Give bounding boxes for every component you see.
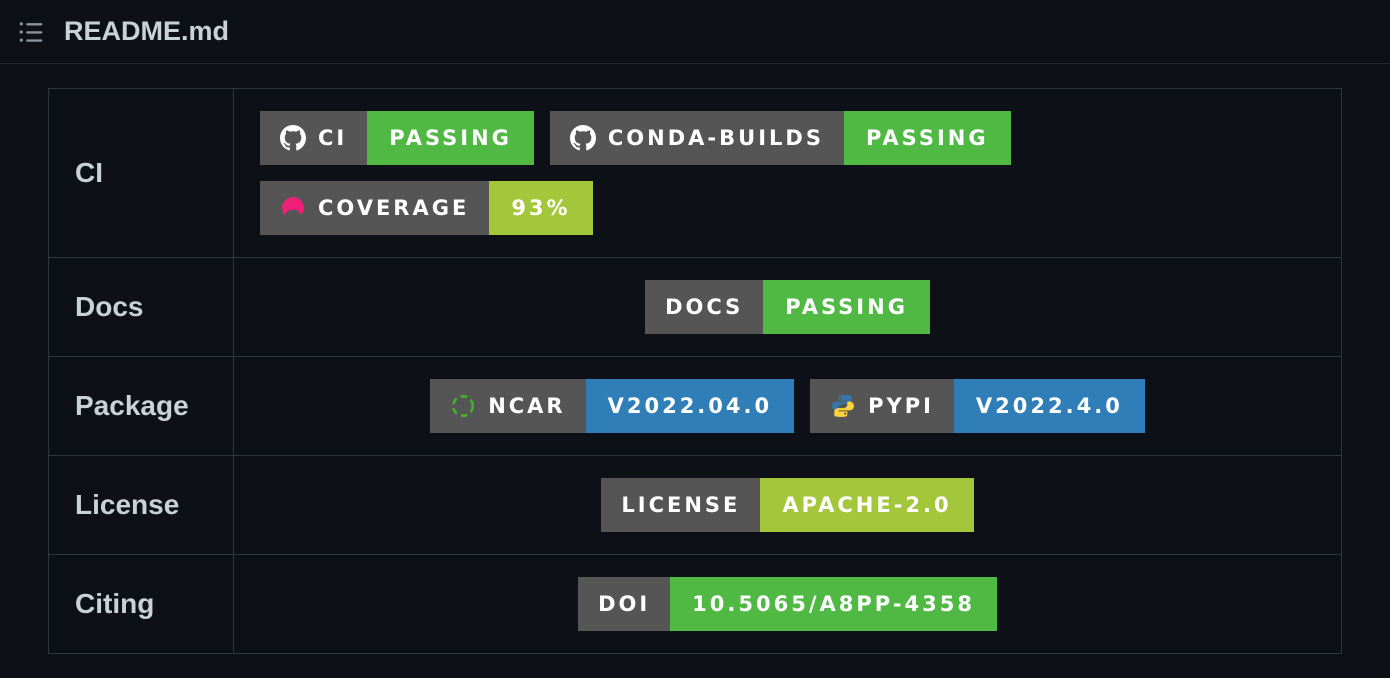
row-label-ci: CI [49, 89, 234, 258]
file-header: README.md [0, 0, 1390, 64]
badge-label: DOCS [665, 295, 743, 319]
badge-pypi[interactable]: PYPI V2022.4.0 [810, 379, 1145, 433]
badge-ci[interactable]: CI PASSING [260, 111, 534, 165]
badge-label: LICENSE [621, 493, 740, 517]
badges-table: CI CI PASSING [48, 88, 1342, 654]
table-row-package: Package NCAR V2022.04.0 [49, 357, 1342, 456]
table-row-docs: Docs DOCS PASSING [49, 258, 1342, 357]
toc-icon[interactable] [18, 19, 44, 45]
github-icon [570, 125, 596, 151]
file-name[interactable]: README.md [64, 16, 229, 47]
badge-conda-builds[interactable]: CONDA-BUILDS PASSING [550, 111, 1011, 165]
row-label-docs: Docs [49, 258, 234, 357]
row-label-package: Package [49, 357, 234, 456]
badge-doi[interactable]: DOI 10.5065/A8PP-4358 [578, 577, 997, 631]
conda-icon [450, 393, 476, 419]
row-label-license: License [49, 456, 234, 555]
badge-label: NCAR [488, 394, 565, 418]
badge-value: V2022.4.0 [954, 379, 1145, 433]
badge-label: CI [318, 126, 347, 150]
badge-value: V2022.04.0 [586, 379, 795, 433]
codecov-icon [280, 195, 306, 221]
badge-docs[interactable]: DOCS PASSING [645, 280, 930, 334]
badge-label: COVERAGE [318, 196, 469, 220]
row-label-citing: Citing [49, 555, 234, 654]
python-icon [830, 393, 856, 419]
badge-value: PASSING [844, 111, 1011, 165]
badge-value: 93% [489, 181, 592, 235]
badge-coverage[interactable]: COVERAGE 93% [260, 181, 593, 235]
table-row-ci: CI CI PASSING [49, 89, 1342, 258]
github-icon [280, 125, 306, 151]
badge-value: APACHE-2.0 [760, 478, 973, 532]
badge-value: PASSING [763, 280, 930, 334]
badge-conda[interactable]: NCAR V2022.04.0 [430, 379, 794, 433]
badge-label: DOI [598, 592, 650, 616]
badge-license[interactable]: LICENSE APACHE-2.0 [601, 478, 973, 532]
badge-value: 10.5065/A8PP-4358 [670, 577, 997, 631]
badge-label: CONDA-BUILDS [608, 126, 824, 150]
badge-label: PYPI [868, 394, 934, 418]
table-row-citing: Citing DOI 10.5065/A8PP-4358 [49, 555, 1342, 654]
badge-value: PASSING [367, 111, 534, 165]
readme-content: CI CI PASSING [0, 64, 1390, 678]
table-row-license: License LICENSE APACHE-2.0 [49, 456, 1342, 555]
